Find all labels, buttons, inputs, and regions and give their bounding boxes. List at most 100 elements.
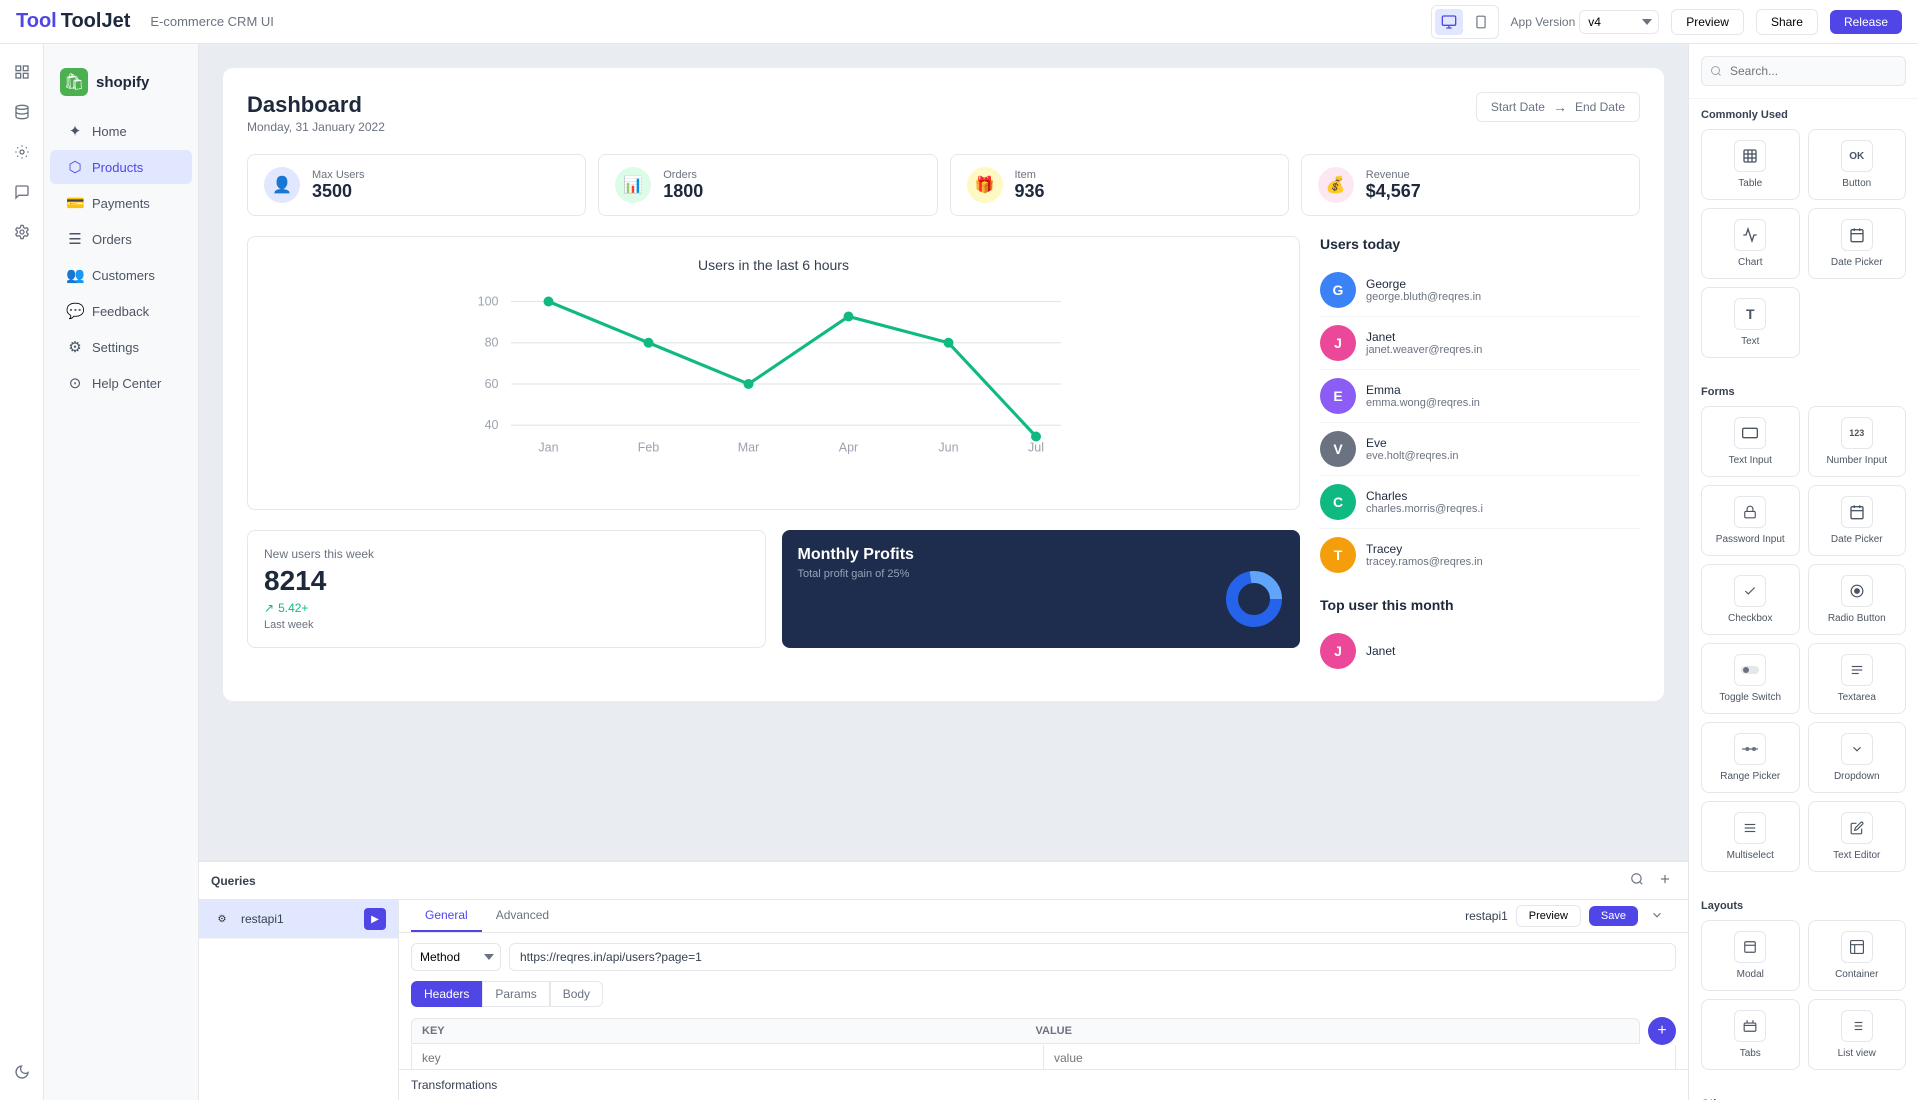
user-avatar-tracey: T <box>1320 537 1356 573</box>
url-input[interactable] <box>509 943 1676 971</box>
widget-search-input[interactable] <box>1701 56 1906 86</box>
date-arrow-icon: → <box>1553 99 1567 115</box>
query-preview-btn[interactable]: Preview <box>1516 905 1581 927</box>
date-picker-form-widget[interactable]: Date Picker <box>1808 485 1907 556</box>
nav-sidebar: 🛍 shopify ✦ Home ⬡ Products 💳 Payments ☰… <box>44 44 199 1100</box>
sidebar-dark-mode-btn[interactable] <box>6 1056 38 1088</box>
chart-widget[interactable]: Chart <box>1701 208 1800 279</box>
container-widget[interactable]: Container <box>1808 920 1907 991</box>
stat-card-items: 🎁 Item 936 <box>950 154 1289 216</box>
dropdown-widget[interactable]: Dropdown <box>1808 722 1907 793</box>
new-users-last-week: Last week <box>264 619 749 631</box>
method-url-row: Method GET POST PUT DELETE <box>411 943 1676 971</box>
text-editor-widget[interactable]: Text Editor <box>1808 801 1907 872</box>
date-picker-widget[interactable]: Date Picker <box>1808 208 1907 279</box>
kv-add-btn[interactable]: + <box>1648 1017 1676 1045</box>
sidebar-settings-btn[interactable] <box>6 136 38 168</box>
query-name-area: restapi1 Preview Save <box>1465 904 1676 929</box>
multiselect-label: Multiselect <box>1727 850 1774 861</box>
stat-orders-label: Orders <box>663 169 703 181</box>
device-mobile-btn[interactable] <box>1467 9 1495 35</box>
kv-key-input[interactable] <box>412 1045 1044 1069</box>
radio-button-label: Radio Button <box>1828 613 1886 624</box>
sidebar-pages-btn[interactable] <box>6 56 38 88</box>
queries-search-btn[interactable] <box>1626 870 1648 891</box>
tab-advanced[interactable]: Advanced <box>482 900 563 932</box>
stat-card-revenue: 💰 Revenue $4,567 <box>1301 154 1640 216</box>
queries-add-btn[interactable] <box>1654 870 1676 891</box>
text-widget[interactable]: T Text <box>1701 287 1800 358</box>
sidebar-item-feedback[interactable]: 💬 Feedback <box>50 294 192 328</box>
query-save-btn[interactable]: Save <box>1589 906 1638 926</box>
monthly-profits-title: Monthly Profits <box>798 546 1285 564</box>
sub-tab-headers[interactable]: Headers <box>411 981 482 1007</box>
query-run-btn-restapi1[interactable]: ▶ <box>364 908 386 930</box>
sidebar-item-orders[interactable]: ☰ Orders <box>50 222 192 256</box>
toggle-switch-widget[interactable]: Toggle Switch <box>1701 643 1800 714</box>
sidebar-label-help: Help Center <box>92 376 161 391</box>
top-user-section: Top user this month J Janet <box>1320 597 1640 677</box>
date-picker-widget-label: Date Picker <box>1831 257 1883 268</box>
kv-value-input[interactable] <box>1044 1045 1675 1069</box>
sidebar-item-home[interactable]: ✦ Home <box>50 114 192 148</box>
table-widget[interactable]: Table <box>1701 129 1800 200</box>
text-input-widget[interactable]: Text Input <box>1701 406 1800 477</box>
help-icon: ⊙ <box>66 374 84 392</box>
queries-section: Queries ⚙ restapi1 ▶ <box>199 860 1688 1100</box>
sidebar-item-customers[interactable]: 👥 Customers <box>50 258 192 292</box>
sidebar-item-products[interactable]: ⬡ Products <box>50 150 192 184</box>
sub-tab-params[interactable]: Params <box>482 981 549 1007</box>
query-collapse-btn[interactable] <box>1646 904 1668 929</box>
feedback-icon: 💬 <box>66 302 84 320</box>
date-range-picker[interactable]: Start Date → End Date <box>1476 92 1640 122</box>
sidebar-item-payments[interactable]: 💳 Payments <box>50 186 192 220</box>
sidebar-item-settings[interactable]: ⚙ Settings <box>50 330 192 364</box>
tooljet-logo: ToolToolJet <box>16 10 130 33</box>
table-icon <box>1734 140 1766 172</box>
user-name-janet: Janet <box>1366 330 1482 344</box>
stat-max-users-value: 3500 <box>312 181 365 202</box>
release-button[interactable]: Release <box>1830 10 1902 34</box>
transformations-label: Transformations <box>399 1069 1688 1100</box>
user-name-tracey: Tracey <box>1366 542 1483 556</box>
radio-button-widget[interactable]: Radio Button <box>1808 564 1907 635</box>
sub-tab-body[interactable]: Body <box>550 981 603 1007</box>
tabs-widget[interactable]: Tabs <box>1701 999 1800 1070</box>
method-select[interactable]: Method GET POST PUT DELETE <box>411 943 501 971</box>
version-select[interactable]: v4 v3 v2 <box>1579 10 1659 34</box>
device-desktop-btn[interactable] <box>1435 9 1463 35</box>
user-item-janet: J Janet janet.weaver@reqres.in <box>1320 317 1640 370</box>
password-input-widget[interactable]: Password Input <box>1701 485 1800 556</box>
range-picker-widget[interactable]: Range Picker <box>1701 722 1800 793</box>
query-item-restapi1[interactable]: ⚙ restapi1 ▶ <box>199 900 398 939</box>
checkbox-widget[interactable]: Checkbox <box>1701 564 1800 635</box>
sidebar-database-btn[interactable] <box>6 96 38 128</box>
users-today-panel: Users today G George george.bluth@reqres… <box>1320 236 1640 677</box>
user-email-eve: eve.holt@reqres.in <box>1366 450 1459 462</box>
tab-general[interactable]: General <box>411 900 482 932</box>
main-content-grid: Users in the last 6 hours <box>247 236 1640 677</box>
stat-items-value: 936 <box>1015 181 1045 202</box>
checkbox-icon <box>1734 575 1766 607</box>
textarea-widget[interactable]: Textarea <box>1808 643 1907 714</box>
right-panel: Commonly Used Table OK Button Chart <box>1688 44 1918 1100</box>
list-view-widget[interactable]: List view <box>1808 999 1907 1070</box>
sidebar-item-help-center[interactable]: ⊙ Help Center <box>50 366 192 400</box>
preview-button[interactable]: Preview <box>1671 9 1744 35</box>
button-widget[interactable]: OK Button <box>1808 129 1907 200</box>
sidebar-config-btn[interactable] <box>6 216 38 248</box>
stat-card-max-users: 👤 Max Users 3500 <box>247 154 586 216</box>
number-input-widget[interactable]: 123 Number Input <box>1808 406 1907 477</box>
payments-icon: 💳 <box>66 194 84 212</box>
sidebar-label-orders: Orders <box>92 232 132 247</box>
svg-text:40: 40 <box>485 418 499 432</box>
user-avatar-george: G <box>1320 272 1356 308</box>
number-input-label: Number Input <box>1826 455 1887 466</box>
modal-widget[interactable]: Modal <box>1701 920 1800 991</box>
multiselect-widget[interactable]: Multiselect <box>1701 801 1800 872</box>
share-button[interactable]: Share <box>1756 9 1818 35</box>
query-name-restapi1: restapi1 <box>241 912 356 926</box>
date-picker-form-icon <box>1841 496 1873 528</box>
textarea-label: Textarea <box>1838 692 1876 703</box>
sidebar-chat-btn[interactable] <box>6 176 38 208</box>
